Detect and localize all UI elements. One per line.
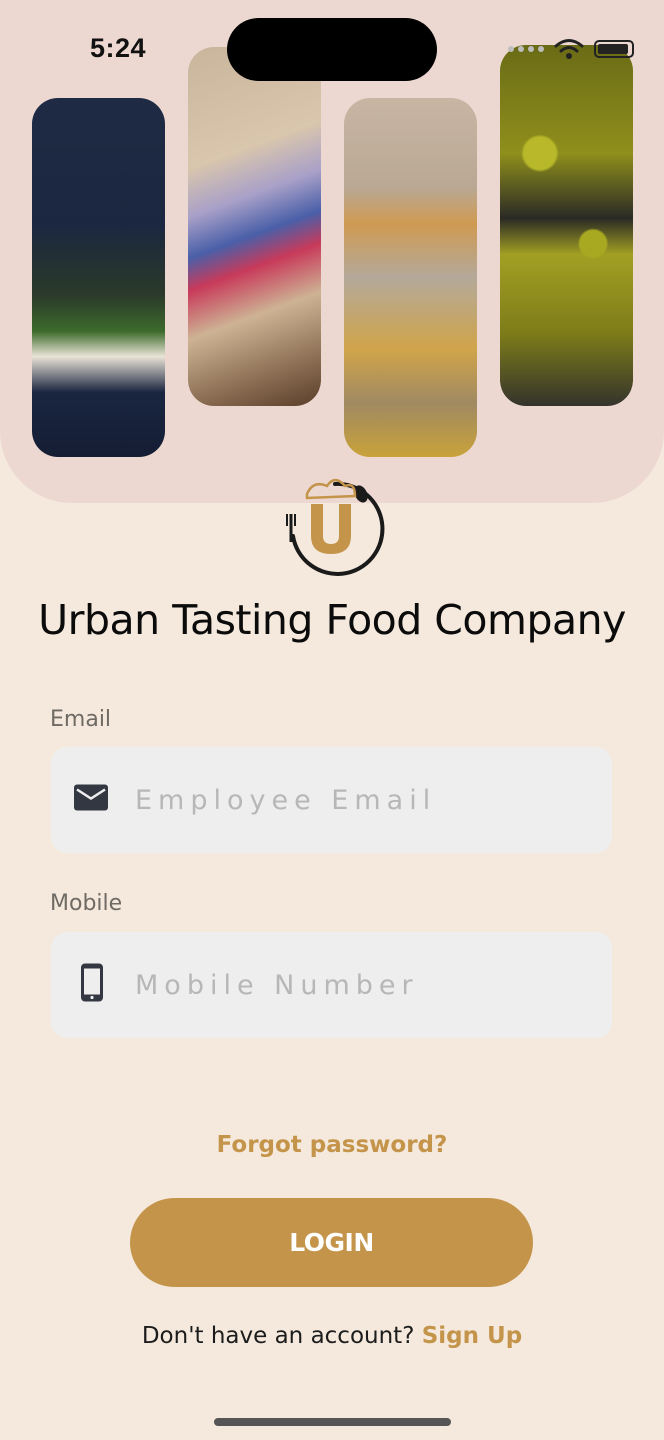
wifi-icon — [554, 38, 584, 60]
email-label: Email — [50, 707, 112, 732]
mail-icon — [73, 783, 109, 818]
phone-icon — [73, 963, 109, 1008]
brand-logo — [283, 474, 387, 578]
brand-title: Urban Tasting Food Company — [38, 596, 626, 644]
login-button[interactable]: LOGIN — [130, 1198, 533, 1287]
battery-icon — [594, 40, 634, 58]
email-input[interactable] — [135, 747, 595, 853]
mobile-label: Mobile — [50, 891, 123, 916]
food-photo-olives — [500, 45, 633, 406]
mobile-input[interactable] — [135, 932, 595, 1038]
food-photo-street-food — [344, 98, 477, 457]
food-photo-plated-dish — [32, 98, 165, 457]
email-field-container[interactable] — [51, 747, 612, 853]
dynamic-island — [227, 18, 437, 81]
signup-link[interactable]: Sign Up — [422, 1323, 522, 1349]
signup-row: Don't have an account? Sign Up — [0, 1323, 664, 1349]
signal-icon — [508, 46, 544, 52]
food-photo-fruit-bowl — [188, 47, 321, 406]
mobile-field-container[interactable] — [51, 932, 612, 1038]
status-time: 5:24 — [90, 33, 147, 63]
signup-prompt: Don't have an account? — [141, 1323, 422, 1349]
status-icons — [508, 38, 634, 60]
home-indicator[interactable] — [214, 1418, 451, 1426]
forgot-password-link[interactable]: Forgot password? — [0, 1132, 664, 1158]
